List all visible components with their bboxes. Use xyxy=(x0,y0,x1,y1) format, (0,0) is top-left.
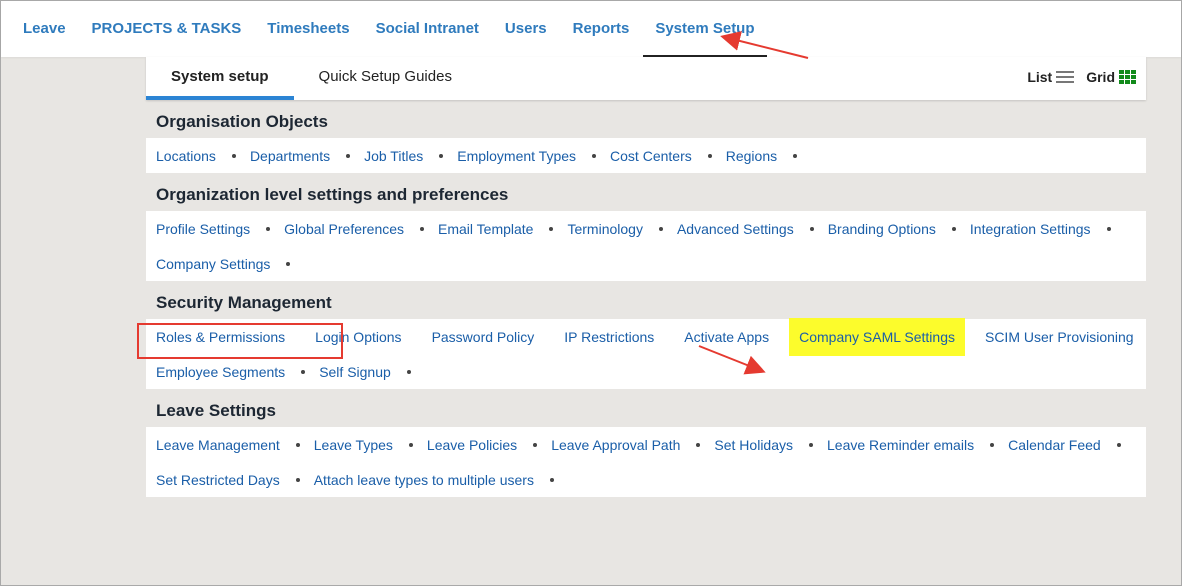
tab-system-setup[interactable]: System setup xyxy=(146,57,294,100)
nav-reports[interactable]: Reports xyxy=(573,1,630,57)
bullet-separator xyxy=(793,153,798,158)
list-icon xyxy=(1056,70,1075,84)
bullet-separator xyxy=(951,226,956,231)
nav-projects-tasks[interactable]: PROJECTS & TASKS xyxy=(92,1,242,57)
link-row: Leave Management Leave Types Leave Policie… xyxy=(156,427,1136,462)
section-title: Security Management xyxy=(156,293,332,312)
setting-link-calendar-feed[interactable]: Calendar Feed xyxy=(1008,437,1101,453)
bullet-separator xyxy=(286,261,291,266)
bullet-separator xyxy=(295,477,300,482)
setting-link-login-options[interactable]: Login Options xyxy=(315,329,401,345)
bullet-separator xyxy=(549,477,554,482)
nav-timesheets[interactable]: Timesheets xyxy=(267,1,349,57)
bullet-separator xyxy=(658,226,663,231)
setting-link-leave-types[interactable]: Leave Types xyxy=(314,437,393,453)
setting-link-leave-reminder-emails[interactable]: Leave Reminder emails xyxy=(827,437,974,453)
section-title: Organization level settings and preferen… xyxy=(156,185,509,204)
setting-link-leave-management[interactable]: Leave Management xyxy=(156,437,280,453)
setting-link-global-preferences[interactable]: Global Preferences xyxy=(284,221,404,237)
setting-link-ip-restrictions[interactable]: IP Restrictions xyxy=(564,329,654,345)
bullet-separator xyxy=(809,226,814,231)
setting-link-leave-approval-path[interactable]: Leave Approval Path xyxy=(551,437,680,453)
bullet-separator xyxy=(809,442,813,447)
bullet-separator xyxy=(295,442,300,447)
bullet-separator xyxy=(707,153,712,158)
setting-link-activate-apps[interactable]: Activate Apps xyxy=(684,329,769,345)
setting-link-employment-types[interactable]: Employment Types xyxy=(457,148,576,164)
setting-link-leave-policies[interactable]: Leave Policies xyxy=(427,437,517,453)
bullet-separator xyxy=(346,153,351,158)
section-links: Leave Management Leave Types Leave Policie… xyxy=(146,427,1146,497)
top-navigation: Leave PROJECTS & TASKS Timesheets Social… xyxy=(1,1,1181,57)
grid-view-label: Grid xyxy=(1086,69,1115,85)
setting-link-regions[interactable]: Regions xyxy=(726,148,777,164)
setting-link-scim-user-provisioning[interactable]: SCIM User Provisioning xyxy=(985,329,1134,345)
setting-link-advanced-settings[interactable]: Advanced Settings xyxy=(677,221,794,237)
setting-link-self-signup[interactable]: Self Signup xyxy=(319,364,391,380)
setting-link-attach-leave-types-to-multiple-users[interactable]: Attach leave types to multiple users xyxy=(314,472,534,488)
setting-link-locations[interactable]: Locations xyxy=(156,148,216,164)
bullet-separator xyxy=(1116,442,1121,447)
setting-link-profile-settings[interactable]: Profile Settings xyxy=(156,221,250,237)
setting-link-set-holidays[interactable]: Set Holidays xyxy=(714,437,793,453)
section-title: Leave Settings xyxy=(156,401,276,420)
bullet-separator xyxy=(549,226,554,231)
bullet-separator xyxy=(266,226,271,231)
setting-link-branding-options[interactable]: Branding Options xyxy=(828,221,936,237)
section-links: Profile Settings Global Preferences Email … xyxy=(146,211,1146,281)
grid-icon xyxy=(1119,70,1136,84)
setting-link-roles-permissions[interactable]: Roles & Permissions xyxy=(156,329,285,345)
link-row: Locations Departments Job Titles Employment… xyxy=(156,138,1136,173)
view-toggle: List Grid xyxy=(1015,69,1136,85)
setting-link-company-settings[interactable]: Company Settings xyxy=(156,256,270,272)
bullet-separator xyxy=(990,442,995,447)
nav-system-setup[interactable]: System Setup xyxy=(643,1,767,57)
bullet-separator xyxy=(1106,226,1111,231)
setting-link-set-restricted-days[interactable]: Set Restricted Days xyxy=(156,472,280,488)
bullet-separator xyxy=(439,153,444,158)
setting-link-employee-segments[interactable]: Employee Segments xyxy=(156,364,285,380)
setting-link-cost-centers[interactable]: Cost Centers xyxy=(610,148,692,164)
system-setup-panel: System setup Quick Setup Guides List Gri… xyxy=(146,57,1146,497)
list-view-button[interactable]: List xyxy=(1027,69,1075,85)
link-row: Company Settings xyxy=(156,246,1136,281)
list-view-label: List xyxy=(1027,69,1053,85)
link-row: Employee Segments Self Signup xyxy=(156,354,1136,389)
nav-leave[interactable]: Leave xyxy=(23,1,66,57)
setting-link-terminology[interactable]: Terminology xyxy=(567,221,642,237)
bullet-separator xyxy=(301,369,306,374)
setting-link-company-saml-settings[interactable]: Company SAML Settings xyxy=(789,317,965,356)
bullet-separator xyxy=(231,153,236,158)
section-title: Organisation Objects xyxy=(156,112,328,131)
bullet-separator xyxy=(406,369,411,374)
link-row: Set Restricted Days Attach leave types to… xyxy=(156,462,1136,497)
grid-view-button[interactable]: Grid xyxy=(1086,69,1136,85)
setting-link-integration-settings[interactable]: Integration Settings xyxy=(970,221,1091,237)
nav-social-intranet[interactable]: Social Intranet xyxy=(376,1,479,57)
setting-link-email-template[interactable]: Email Template xyxy=(438,221,533,237)
bullet-separator xyxy=(408,442,413,447)
bullet-separator xyxy=(420,226,425,231)
bullet-separator xyxy=(533,442,538,447)
tab-quick-setup-guides[interactable]: Quick Setup Guides xyxy=(294,57,477,100)
setting-link-password-policy[interactable]: Password Policy xyxy=(432,329,535,345)
link-row: Profile Settings Global Preferences Email … xyxy=(156,211,1136,246)
section-links: Locations Departments Job Titles Employment… xyxy=(146,138,1146,173)
settings-sections: Organisation Objects Locations Departments… xyxy=(146,100,1146,497)
subtab-bar: System setup Quick Setup Guides List Gri… xyxy=(146,57,1146,100)
bullet-separator xyxy=(592,153,597,158)
setting-link-job-titles[interactable]: Job Titles xyxy=(364,148,423,164)
bullet-separator xyxy=(696,442,701,447)
setting-link-departments[interactable]: Departments xyxy=(250,148,330,164)
section-links: Roles & Permissions Login Options Password… xyxy=(146,317,1146,389)
nav-users[interactable]: Users xyxy=(505,1,547,57)
link-row: Roles & Permissions Login Options Password… xyxy=(156,317,1136,356)
